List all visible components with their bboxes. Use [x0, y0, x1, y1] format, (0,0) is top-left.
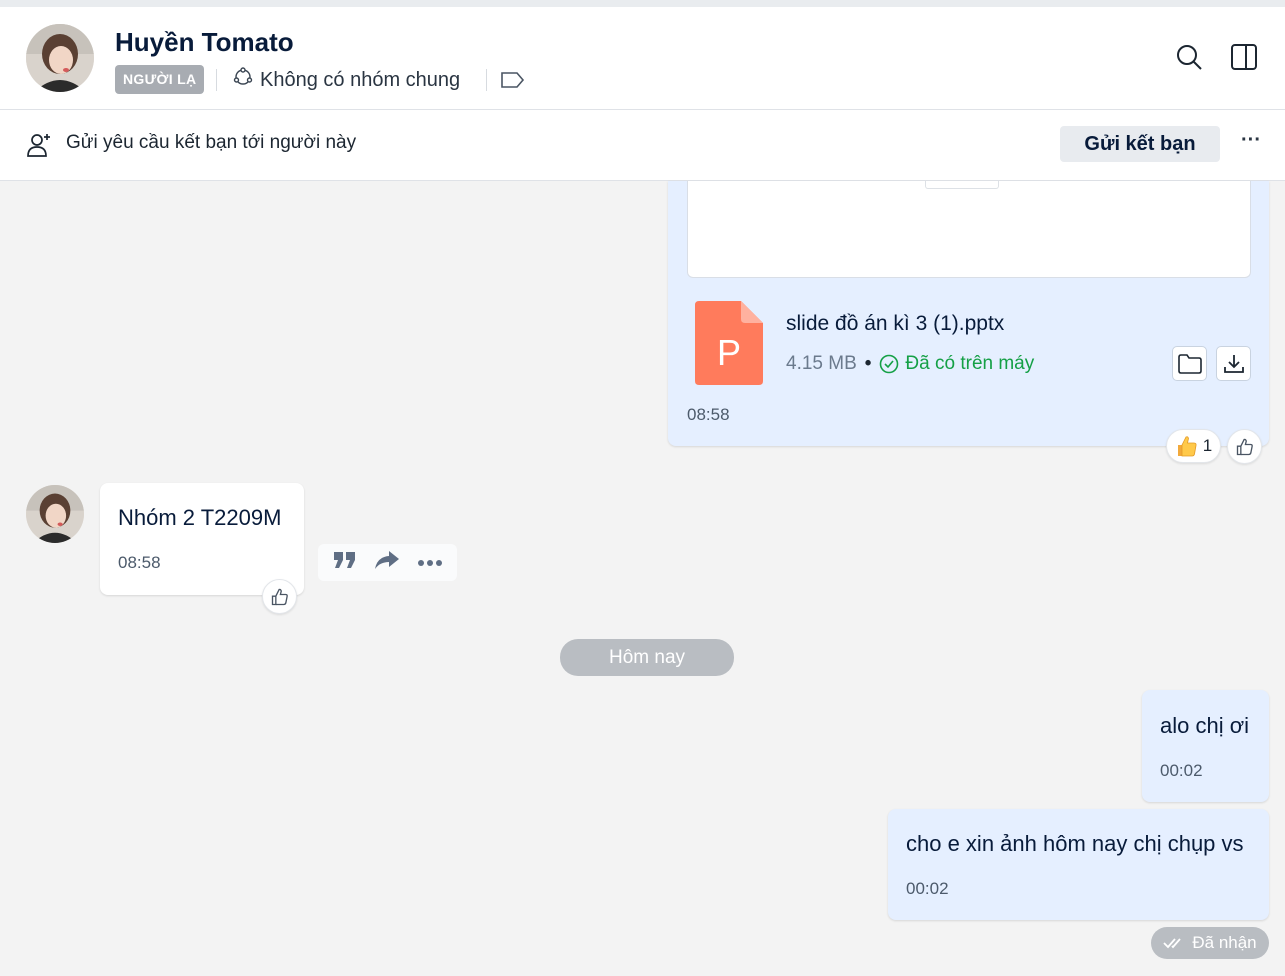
outgoing-message-bubble[interactable]: alo chị ơi 00:02	[1142, 690, 1269, 802]
download-button[interactable]	[1216, 346, 1251, 381]
common-groups-label: Không có nhóm chung	[260, 68, 461, 91]
top-strip	[0, 0, 1285, 7]
message-text: cho e xin ảnh hôm nay chị chụp vs	[906, 831, 1244, 856]
incoming-message-bubble[interactable]: Nhóm 2 T2209M 08:58	[100, 483, 304, 595]
separator	[486, 69, 487, 91]
contact-avatar[interactable]	[26, 24, 94, 92]
more-actions-icon[interactable]	[417, 554, 443, 572]
thumbs-up-icon	[1236, 438, 1253, 455]
outgoing-message-bubble[interactable]: cho e xin ảnh hôm nay chị chụp vs 00:02	[888, 809, 1269, 920]
stranger-badge: NGƯỜI LẠ	[115, 65, 205, 94]
message-time: 00:02	[906, 879, 949, 898]
message-time: 08:58	[118, 553, 161, 572]
common-groups-info[interactable]: Không có nhóm chung	[232, 66, 460, 94]
add-friend-button[interactable]: Gửi kết bạn	[1060, 126, 1220, 162]
folder-icon	[1177, 353, 1202, 374]
date-divider: Hôm nay	[560, 639, 734, 676]
sidebar-toggle-icon[interactable]	[1229, 42, 1259, 72]
file-name: slide đồ án kì 3 (1).pptx	[786, 312, 1005, 335]
contact-name[interactable]: Huyền Tomato	[115, 27, 294, 58]
sender-avatar[interactable]	[26, 485, 84, 543]
thumbs-up-icon	[271, 588, 288, 605]
add-person-icon	[26, 131, 54, 164]
meta-dot: •	[864, 353, 872, 374]
on-device-status: Đã có trên máy	[879, 353, 1034, 375]
friend-request-text: Gửi yêu cầu kết bạn tới người này	[66, 132, 357, 153]
on-device-label: Đã có trên máy	[905, 353, 1035, 374]
reaction-summary[interactable]: 1	[1166, 429, 1221, 463]
group-icon	[232, 66, 254, 94]
check-circle-icon	[880, 354, 899, 374]
tag-icon[interactable]	[500, 70, 526, 95]
message-text: alo chị ơi	[1160, 713, 1250, 738]
download-icon	[1223, 354, 1244, 373]
thumbs-up-emoji-icon	[1177, 436, 1197, 457]
more-options-button[interactable]: ···	[1236, 128, 1266, 158]
file-type-letter: P	[717, 332, 741, 373]
like-button[interactable]	[262, 579, 297, 614]
message-time: 00:02	[1160, 761, 1203, 780]
message-actions	[318, 544, 457, 581]
delivery-status-label: Đã nhận	[1192, 933, 1257, 952]
open-folder-button[interactable]	[1172, 346, 1207, 381]
search-icon[interactable]	[1174, 42, 1204, 72]
separator	[216, 69, 217, 91]
like-button[interactable]	[1227, 429, 1262, 464]
message-text: Nhóm 2 T2209M	[118, 505, 282, 530]
chat-header: Huyền Tomato NGƯỜI LẠ Không có nhóm chun…	[0, 7, 1285, 110]
file-size: 4.15 MB	[786, 353, 857, 374]
quote-icon[interactable]	[333, 550, 357, 575]
message-time: 08:58	[687, 405, 730, 424]
pptx-file-icon: P	[695, 301, 763, 390]
preview-toolbar	[925, 181, 999, 189]
reaction-count: 1	[1202, 436, 1213, 455]
file-preview[interactable]	[687, 181, 1251, 278]
file-message-bubble[interactable]: P slide đồ án kì 3 (1).pptx 4.15 MB • Đã…	[668, 181, 1269, 446]
file-meta: 4.15 MB • Đã có trên máy	[786, 353, 1034, 375]
friend-request-bar: Gửi yêu cầu kết bạn tới người này Gửi kế…	[0, 110, 1285, 181]
delivery-status-badge: Đã nhận	[1151, 927, 1269, 959]
forward-icon[interactable]	[374, 549, 400, 576]
double-check-icon	[1163, 938, 1182, 949]
